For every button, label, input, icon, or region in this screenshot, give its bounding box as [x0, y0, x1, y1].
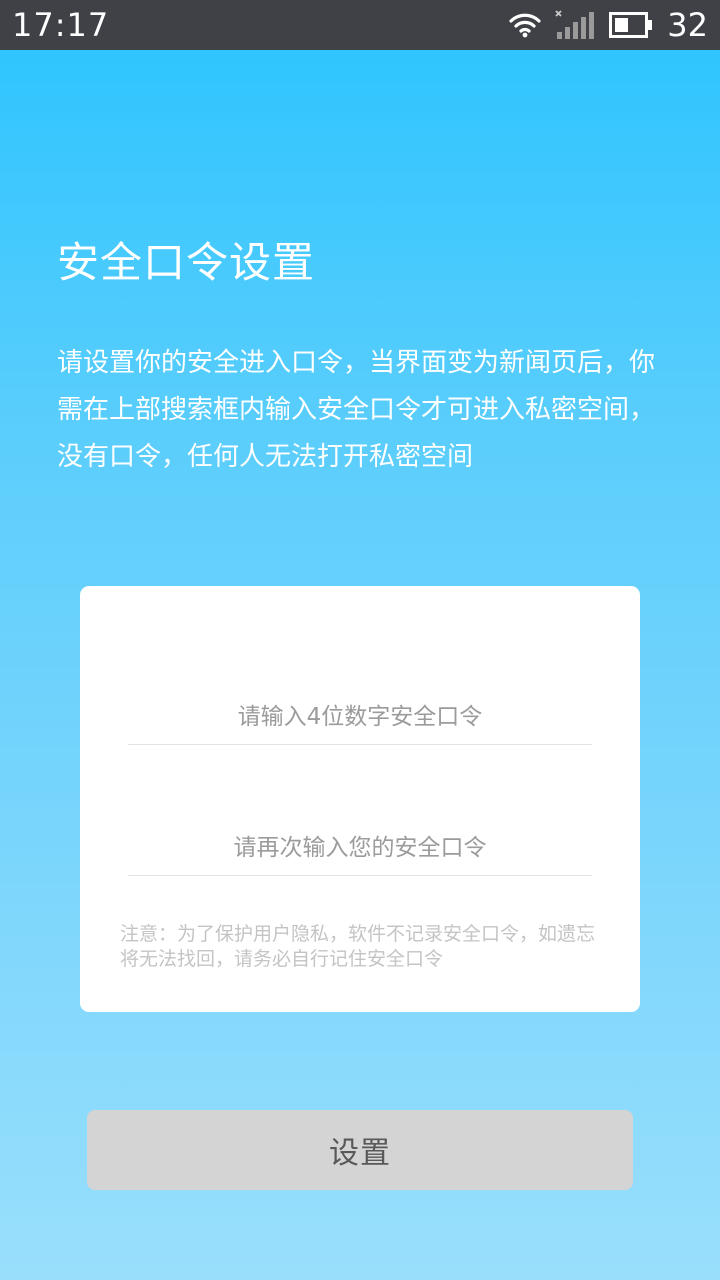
page-title: 安全口令设置	[57, 238, 316, 287]
passcode-field	[128, 690, 592, 745]
signal-icon	[555, 10, 595, 39]
passcode-card: 注意：为了保护用户隐私，软件不记录安全口令，如遗忘将无法找回，请务必自行记住安全…	[80, 586, 640, 1012]
passcode-input[interactable]	[128, 690, 592, 744]
confirm-passcode-field	[128, 821, 592, 876]
privacy-notice: 注意：为了保护用户隐私，软件不记录安全口令，如遗忘将无法找回，请务必自行记住安全…	[120, 923, 596, 970]
status-bar: 17:17 32	[0, 0, 720, 50]
wifi-icon	[509, 13, 541, 38]
status-time: 17:17	[12, 6, 110, 44]
battery-level: 32	[667, 6, 708, 44]
battery-icon	[609, 12, 653, 38]
set-passcode-button[interactable]: 设置	[87, 1110, 633, 1190]
status-icons: 32	[509, 0, 708, 50]
confirm-passcode-input[interactable]	[128, 821, 592, 875]
page-description: 请设置你的安全进入口令，当界面变为新闻页后，你需在上部搜索框内输入安全口令才可进…	[57, 348, 656, 472]
